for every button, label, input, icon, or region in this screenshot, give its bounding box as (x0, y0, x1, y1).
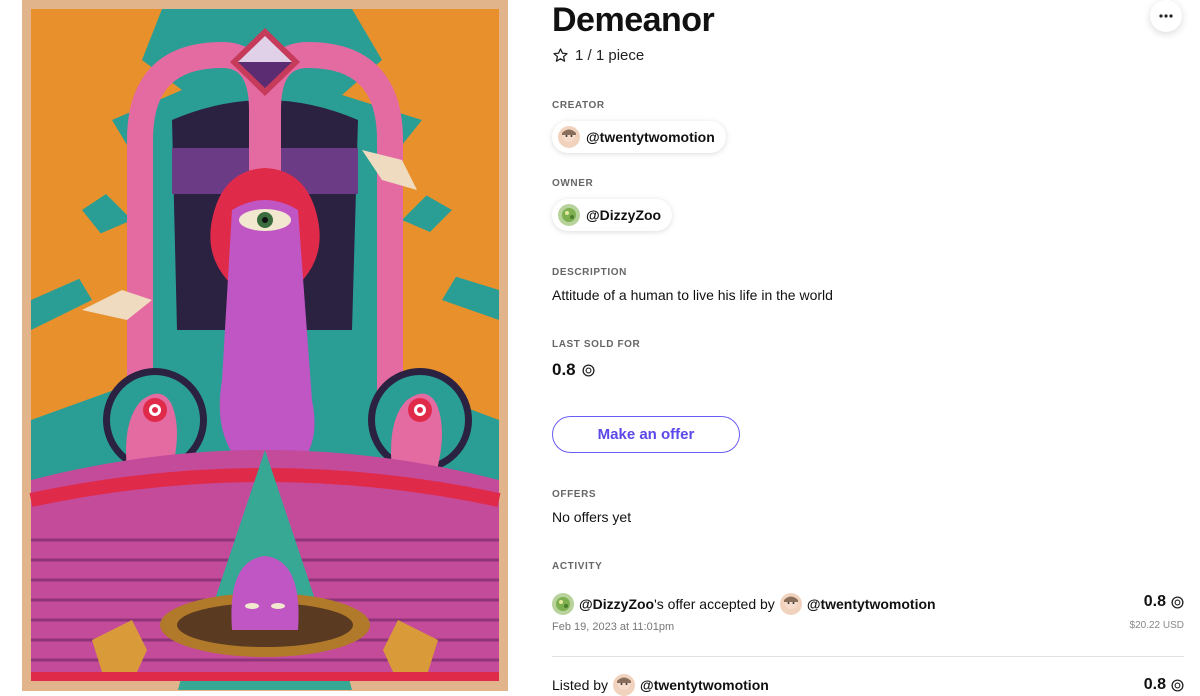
activity-price: 0.8 $20.22 USD (1130, 593, 1184, 631)
twentytwomotion-avatar[interactable] (779, 593, 802, 615)
last-sold-label: LAST SOLD FOR (552, 339, 641, 350)
owner-pill[interactable]: @DizzyZoo (552, 199, 673, 231)
edition-info: 1 / 1 piece (552, 47, 644, 64)
artwork-image[interactable] (22, 0, 508, 691)
tezos-icon (1171, 678, 1184, 692)
make-offer-button[interactable]: Make an offer (552, 416, 740, 453)
activity-date: Feb 19, 2023 at 11:01pm (552, 621, 675, 633)
activity-price-value: 0.8 (1143, 676, 1166, 693)
dizzyzoo-avatar[interactable] (552, 593, 574, 615)
last-sold-price: 0.8 (552, 360, 595, 380)
creator-avatar (558, 126, 580, 148)
owner-label: OWNER (552, 178, 594, 189)
activity-price-usd: $20.22 USD (1129, 620, 1184, 631)
activity-target-link[interactable]: @twentytwomotion (807, 596, 936, 612)
creator-label: CREATOR (552, 100, 605, 111)
activity-divider (552, 656, 1184, 657)
owner-avatar (558, 204, 580, 226)
activity-description: Listed by @twentytwomotion (552, 674, 1184, 696)
creator-handle: @twentytwomotion (586, 129, 715, 145)
artwork-illustration (22, 0, 508, 691)
description-text: Attitude of a human to live his life in … (552, 287, 833, 303)
activity-label: ACTIVITY (552, 561, 603, 572)
details-panel: Demeanor 1 / 1 piece CREATOR @twentytwom… (552, 0, 1184, 696)
activity-item: Listed by @twentytwomotion 0.8 (552, 674, 1184, 696)
creator-pill[interactable]: @twentytwomotion (552, 121, 726, 153)
owner-handle: @DizzyZoo (586, 207, 662, 223)
tezos-icon (582, 363, 595, 377)
offers-empty-text: No offers yet (552, 509, 632, 525)
tezos-icon (1171, 595, 1184, 609)
offers-label: OFFERS (552, 489, 597, 500)
activity-actor-link[interactable]: @DizzyZoo (579, 596, 654, 612)
edition-count: 1 / 1 piece (575, 47, 645, 64)
description-label: DESCRIPTION (552, 267, 627, 278)
activity-price-value: 0.8 (1143, 593, 1166, 610)
activity-price: 0.8 (1144, 676, 1184, 694)
more-options-button[interactable] (1150, 0, 1182, 32)
activity-item: @DizzyZoo's offer accepted by @twentytwo… (552, 593, 1184, 633)
activity-description: @DizzyZoo's offer accepted by @twentytwo… (552, 593, 1184, 615)
more-dots-icon (1159, 14, 1173, 18)
page-title: Demeanor (552, 1, 715, 39)
twentytwomotion-avatar[interactable] (613, 674, 636, 696)
star-icon[interactable] (552, 47, 569, 64)
last-sold-value: 0.8 (552, 360, 576, 379)
activity-action-text: 's offer accepted by (654, 596, 775, 612)
